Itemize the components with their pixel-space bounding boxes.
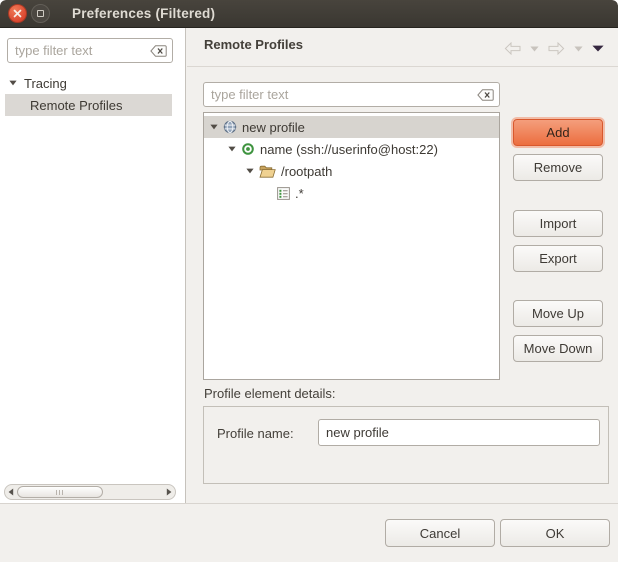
dialog-footer: Cancel OK <box>0 503 618 562</box>
header-separator <box>187 66 618 67</box>
window-title: Preferences (Filtered) <box>72 6 215 21</box>
trace-filter-icon <box>277 187 290 200</box>
sidebar-filter-input[interactable] <box>8 43 150 58</box>
tree-item-label: .* <box>295 186 304 201</box>
connection-node-icon <box>241 142 255 156</box>
preferences-tree: Tracing Remote Profiles <box>5 72 172 116</box>
pane-navigation <box>504 42 604 55</box>
back-arrow-icon[interactable] <box>504 42 521 55</box>
expander-down-icon[interactable] <box>9 80 17 86</box>
tree-item-new-profile[interactable]: new profile <box>204 116 499 138</box>
close-button[interactable] <box>8 4 27 23</box>
tree-item-label: /rootpath <box>281 164 332 179</box>
scrollbar-track[interactable] <box>16 486 164 498</box>
cancel-button[interactable]: Cancel <box>385 519 495 547</box>
profile-name-label: Profile name: <box>217 426 294 441</box>
sidebar-item-label: Tracing <box>24 76 67 91</box>
expander-down-icon[interactable] <box>246 168 254 174</box>
titlebar: Preferences (Filtered) <box>0 0 618 28</box>
move-down-button[interactable]: Move Down <box>513 335 603 362</box>
details-section-label: Profile element details: <box>204 386 336 401</box>
tree-item-filter-pattern[interactable]: .* <box>204 182 499 204</box>
sidebar-item-remote-profiles[interactable]: Remote Profiles <box>5 94 172 116</box>
preferences-sidebar: Tracing Remote Profiles <box>0 28 186 503</box>
back-history-dropdown-icon[interactable] <box>530 46 539 52</box>
maximize-icon <box>37 10 44 17</box>
sidebar-item-tracing[interactable]: Tracing <box>5 72 172 94</box>
profile-globe-icon <box>223 120 237 134</box>
profile-details-group: Profile name: <box>203 406 609 484</box>
scroll-left-arrow-icon[interactable] <box>8 488 14 496</box>
tree-item-node-name[interactable]: name (ssh://userinfo@host:22) <box>204 138 499 160</box>
tree-item-rootpath[interactable]: /rootpath <box>204 160 499 182</box>
move-up-button[interactable]: Move Up <box>513 300 603 327</box>
expander-down-icon[interactable] <box>228 146 236 152</box>
profiles-tree: new profile name (ssh://userinfo@host:22… <box>203 112 500 380</box>
clear-filter-icon[interactable] <box>477 89 494 101</box>
scroll-right-arrow-icon[interactable] <box>166 488 172 496</box>
forward-arrow-icon[interactable] <box>548 42 565 55</box>
open-folder-icon <box>259 165 276 178</box>
remote-profiles-pane: Remote Profiles new profile <box>187 28 618 503</box>
sidebar-filter-box <box>7 38 173 63</box>
tree-item-label: new profile <box>242 120 305 135</box>
clear-filter-icon[interactable] <box>150 45 167 57</box>
ok-button[interactable]: OK <box>500 519 610 547</box>
remove-button[interactable]: Remove <box>513 154 603 181</box>
tree-item-label: name (ssh://userinfo@host:22) <box>260 142 438 157</box>
import-button[interactable]: Import <box>513 210 603 237</box>
horizontal-scrollbar[interactable] <box>4 484 176 500</box>
profiles-filter-input[interactable] <box>204 87 477 102</box>
maximize-button[interactable] <box>31 4 50 23</box>
scrollbar-thumb[interactable] <box>17 486 103 498</box>
page-title: Remote Profiles <box>204 37 303 52</box>
expander-down-icon[interactable] <box>210 124 218 130</box>
forward-history-dropdown-icon[interactable] <box>574 46 583 52</box>
profiles-filter-box <box>203 82 500 107</box>
view-menu-icon[interactable] <box>592 45 604 52</box>
sidebar-item-label: Remote Profiles <box>30 98 122 113</box>
profile-name-input[interactable] <box>318 419 600 446</box>
close-icon <box>13 9 22 18</box>
add-button[interactable]: Add <box>513 119 603 146</box>
preferences-dialog: Preferences (Filtered) Tracing Remote Pr… <box>0 0 618 562</box>
export-button[interactable]: Export <box>513 245 603 272</box>
